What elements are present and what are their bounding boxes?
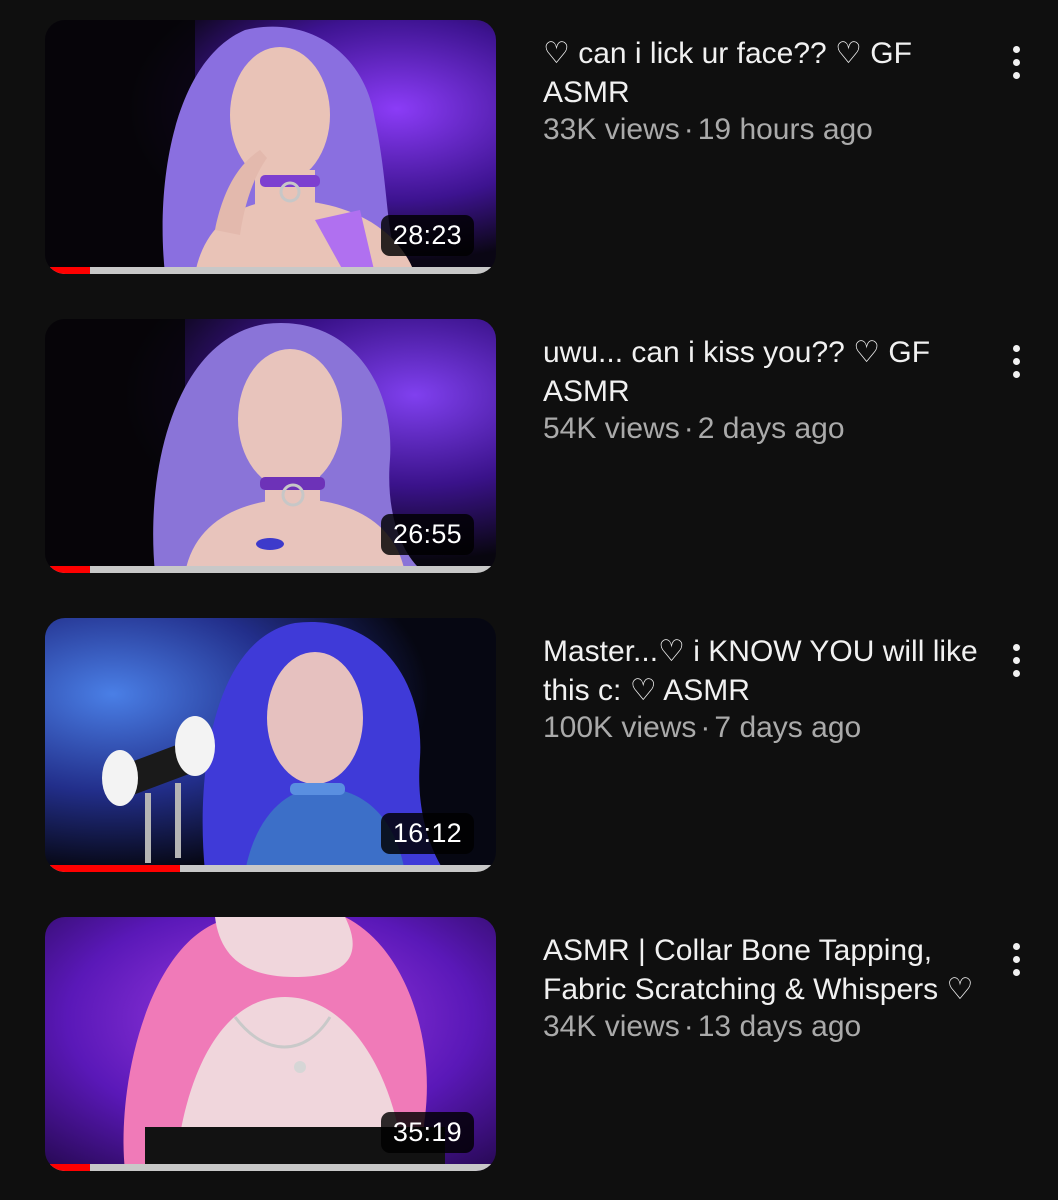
duration-badge: 26:55 — [380, 514, 474, 555]
view-count: 34K views — [543, 1010, 680, 1043]
video-item[interactable]: 35:19 ASMR | Collar Bone Tapping, Fabric… — [0, 917, 1058, 1177]
video-thumbnail[interactable]: 28:23 — [45, 20, 496, 274]
video-stats: 34K views · 13 days ago — [543, 1009, 983, 1045]
watch-progress-track — [45, 267, 496, 274]
duration-badge: 16:12 — [380, 813, 474, 854]
watch-progress-bar — [45, 1164, 91, 1171]
stats-separator: · — [683, 113, 694, 146]
stats-separator: · — [683, 1010, 694, 1043]
video-meta: uwu... can i kiss you?? ♡ GF ASMR 54K vi… — [543, 333, 983, 447]
watch-progress-track — [45, 1164, 496, 1171]
stats-separator: · — [683, 412, 694, 445]
video-item[interactable]: 16:12 Master...♡ i KNOW YOU will like th… — [0, 618, 1058, 878]
video-stats: 54K views · 2 days ago — [543, 411, 983, 447]
more-options-icon[interactable] — [1004, 345, 1028, 389]
video-meta: ASMR | Collar Bone Tapping, Fabric Scrat… — [543, 931, 983, 1045]
upload-age: 7 days ago — [714, 711, 862, 744]
watch-progress-bar — [45, 865, 181, 872]
duration-badge: 28:23 — [380, 215, 474, 256]
upload-age: 13 days ago — [697, 1010, 862, 1043]
watch-progress-bar — [45, 267, 91, 274]
video-stats: 33K views · 19 hours ago — [543, 112, 983, 148]
video-title[interactable]: Master...♡ i KNOW YOU will like this c: … — [543, 632, 983, 710]
view-count: 54K views — [543, 412, 680, 445]
upload-age: 19 hours ago — [697, 113, 873, 146]
video-meta: Master...♡ i KNOW YOU will like this c: … — [543, 632, 983, 746]
video-title[interactable]: ♡ can i lick ur face?? ♡ GF ASMR — [543, 34, 983, 112]
more-options-icon[interactable] — [1004, 943, 1028, 987]
video-item[interactable]: 26:55 uwu... can i kiss you?? ♡ GF ASMR … — [0, 319, 1058, 579]
watch-progress-track — [45, 865, 496, 872]
video-thumbnail[interactable]: 26:55 — [45, 319, 496, 573]
upload-age: 2 days ago — [697, 412, 845, 445]
video-thumbnail[interactable]: 16:12 — [45, 618, 496, 872]
more-options-icon[interactable] — [1004, 46, 1028, 90]
watch-progress-track — [45, 566, 496, 573]
video-list: 28:23 ♡ can i lick ur face?? ♡ GF ASMR 3… — [0, 0, 1058, 1200]
more-options-icon[interactable] — [1004, 644, 1028, 688]
duration-badge: 35:19 — [380, 1112, 474, 1153]
video-thumbnail[interactable]: 35:19 — [45, 917, 496, 1171]
stats-separator: · — [700, 711, 711, 744]
view-count: 33K views — [543, 113, 680, 146]
view-count: 100K views — [543, 711, 697, 744]
watch-progress-bar — [45, 566, 91, 573]
video-meta: ♡ can i lick ur face?? ♡ GF ASMR 33K vie… — [543, 34, 983, 148]
video-title[interactable]: uwu... can i kiss you?? ♡ GF ASMR — [543, 333, 983, 411]
video-title[interactable]: ASMR | Collar Bone Tapping, Fabric Scrat… — [543, 931, 983, 1009]
video-stats: 100K views · 7 days ago — [543, 710, 983, 746]
video-item[interactable]: 28:23 ♡ can i lick ur face?? ♡ GF ASMR 3… — [0, 20, 1058, 280]
